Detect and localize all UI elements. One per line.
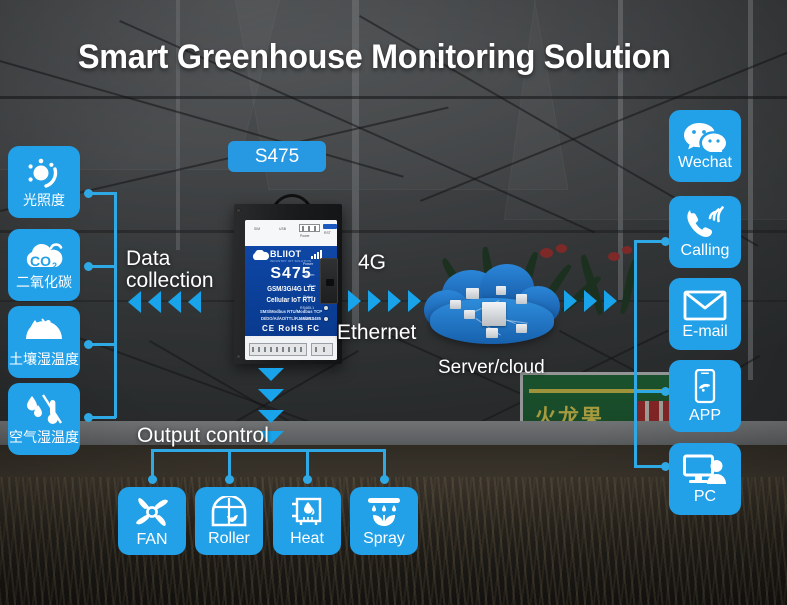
top-label-power: Power (300, 234, 310, 238)
top-label-usb: USB (279, 227, 286, 231)
trunk-line (114, 192, 117, 418)
led-rs485-1 (324, 306, 328, 310)
channel-label: E-mail (682, 322, 728, 340)
branch-dot (84, 413, 93, 422)
cloud-node (486, 328, 498, 338)
air-temp-humid-icon (27, 393, 63, 424)
heat-icon (292, 497, 322, 525)
cloud-node (516, 294, 527, 304)
channel-pc[interactable]: PC (669, 443, 741, 515)
uplink-4g-label: 4G (358, 251, 387, 274)
actuator-label: FAN (136, 530, 168, 548)
channel-label: Wechat (678, 153, 732, 171)
uplink-arrows (348, 290, 424, 312)
actuator-spray[interactable]: Spray (350, 487, 418, 555)
cloud-node (466, 288, 479, 299)
branch-dot (225, 475, 234, 484)
sensor-label: 空气湿温度 (9, 429, 79, 446)
cloud-node (450, 300, 461, 309)
led-label-run: Run (309, 284, 316, 288)
channel-flow-arrows (564, 290, 640, 312)
led-label-rs485-2: RS485-2 (300, 317, 315, 321)
branch-line (270, 449, 385, 452)
cloud-node (464, 310, 475, 319)
uplink-ethernet-label: Ethernet (337, 321, 417, 344)
led-label-power: Power (303, 262, 314, 266)
s475-rtu-device[interactable]: SIM USB Power RST BLIIOT INDUSTRY IOT SO… (198, 194, 342, 368)
envelope-icon (683, 290, 727, 320)
phone-icon (687, 205, 724, 237)
svg-text:CO: CO (30, 253, 51, 269)
roller-icon (211, 495, 247, 526)
led-label-rs485-1: RS485-1 (300, 306, 315, 310)
top-label-rst: RST (324, 231, 331, 235)
channel-wechat[interactable]: Wechat (669, 110, 741, 182)
actuator-roller[interactable]: Roller (195, 487, 263, 555)
branch-line (152, 449, 270, 452)
channel-label: Calling (680, 241, 730, 259)
device-line-d: DI/DO/AI/AO/TTL/RJ45/2RS485 (261, 316, 321, 321)
sensor-label: 光照度 (23, 192, 65, 209)
ethernet-port-panel[interactable] (320, 258, 338, 304)
monitor-user-icon (683, 454, 726, 484)
device-top-strip: SIM USB Power RST (245, 220, 337, 246)
mobile-icon (694, 368, 716, 403)
sensor-label: 二氧化碳 (16, 274, 72, 291)
channel-calling[interactable]: Calling (669, 196, 741, 268)
channel-label: PC (693, 487, 717, 505)
actuator-heat[interactable]: Heat (273, 487, 341, 555)
sun-light-icon (28, 158, 58, 188)
brand-name: BLIIOT (270, 249, 302, 259)
svg-text:2: 2 (52, 261, 57, 271)
cloud-node (496, 286, 506, 295)
sensor-soil-temp-humidity[interactable]: 土壤湿温度 (8, 306, 80, 378)
branch-dot (380, 475, 389, 484)
cloud-server-rack (482, 302, 506, 326)
led-rs485-2 (324, 317, 328, 321)
branch-dot (84, 189, 93, 198)
server-cloud-graphic (424, 264, 560, 348)
branch-dot (84, 340, 93, 349)
spray-icon (368, 497, 400, 526)
sensor-co2[interactable]: CO 2 二氧化碳 (8, 229, 80, 301)
actuator-fan[interactable]: FAN (118, 487, 186, 555)
cloud-node (516, 324, 527, 333)
actuator-label: Spray (363, 529, 405, 547)
top-label-sim: SIM (254, 227, 261, 231)
output-control-label: Output control (137, 424, 269, 447)
trunk-line (634, 240, 637, 468)
data-collection-arrows (128, 291, 204, 313)
branch-dot (148, 475, 157, 484)
led-label-status: Status (303, 295, 314, 299)
sensor-label: 土壤湿温度 (9, 351, 79, 368)
channel-app[interactable]: APP (669, 360, 741, 432)
fan-icon (136, 497, 168, 526)
actuator-label: Heat (290, 529, 324, 547)
page-title: Smart Greenhouse Monitoring Solution (78, 38, 671, 76)
actuator-label: Roller (208, 529, 250, 547)
channel-label: APP (688, 406, 721, 424)
led-label-alarm: Alarm (305, 273, 315, 277)
branch-dot (303, 475, 312, 484)
device-bottom-strip (245, 338, 337, 360)
soil-temp-humid-icon (26, 317, 62, 339)
brand-cloud-icon (252, 250, 270, 260)
device-tag: S475 (228, 141, 326, 172)
channel-email[interactable]: E-mail (669, 278, 741, 350)
cloud-label: Server/cloud (438, 357, 545, 378)
device-certifications: CE RoHS FC (262, 324, 320, 333)
wechat-icon (684, 122, 726, 152)
co2-cloud-icon: CO 2 (26, 242, 63, 271)
device-line-c: SMS/Modbus RTU/Modbus TCP (259, 309, 323, 314)
sensor-air-temp-humidity[interactable]: 空气湿温度 (8, 383, 80, 455)
reset-chip (323, 224, 337, 229)
device-tag-label: S475 (254, 145, 300, 167)
sensor-illuminance[interactable]: 光照度 (8, 146, 80, 218)
branch-dot (84, 262, 93, 271)
